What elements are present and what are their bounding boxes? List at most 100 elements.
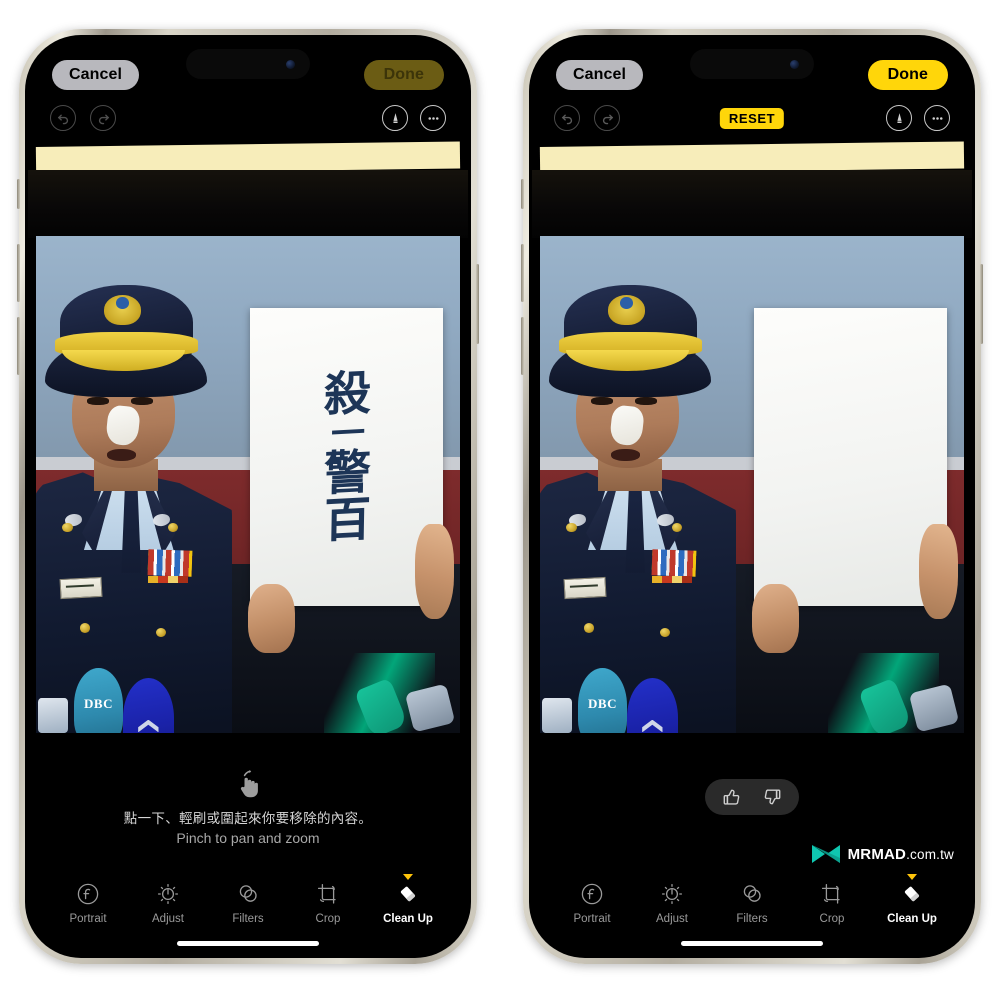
eye-right [131,396,154,406]
cancel-button[interactable]: Cancel [52,60,140,90]
home-indicator[interactable] [681,941,823,946]
white-sign-board: 殺 一 警 百 [250,308,444,607]
tab-clean-up[interactable]: Clean Up [379,874,437,925]
home-indicator[interactable] [177,941,319,946]
eraser-icon [904,886,920,902]
undo-icon[interactable] [554,105,580,131]
device-bezel: Cancel Done [25,35,471,958]
mouth [610,449,641,462]
name-plate-badge [563,576,607,599]
cleanup-hint-area: 點一下、輕刷或圍起來你要移除的內容。 Pinch to pan and zoom [28,759,468,871]
done-button[interactable]: Done [363,60,444,90]
crop-icon [317,883,336,904]
tab-label: Adjust [656,913,688,925]
mouth [106,449,137,462]
editor-tool-row-before [28,96,468,140]
photo-canvas-before[interactable]: 殺 一 警 百 DBC [28,140,468,759]
reset-button[interactable]: RESET [719,107,785,129]
tab-label: Clean Up [383,913,433,925]
eraser-icon [400,886,416,902]
active-tab-marker [907,874,917,880]
volume-down-button[interactable] [521,317,524,375]
tab-label: Adjust [152,913,184,925]
tab-crop[interactable]: Crop [803,881,861,925]
tab-portrait[interactable]: Portrait [563,881,621,925]
device-screen-before: Cancel Done 殺 一 警 百 DBC 點一下、輕刷或圍起來你要移除的內… [28,38,468,955]
thumbs-down-icon[interactable] [761,786,783,808]
tab-label: Clean Up [887,913,937,925]
cleanup-feedback-area: MRMAD.com.tw [532,759,972,871]
tab-adjust[interactable]: Adjust [139,881,197,925]
editor-tool-row-after: RESET [532,96,972,140]
photo-canvas-after[interactable]: DBC [532,140,972,759]
active-tab-marker [403,874,413,880]
volume-down-button[interactable] [17,317,20,375]
portrait-f-icon [581,883,603,905]
tab-label: Filters [232,913,264,925]
redo-icon[interactable] [90,105,116,131]
history-controls [50,105,116,131]
tab-crop[interactable]: Crop [299,881,357,925]
adjust-dial-icon [157,883,179,905]
adjust-dial-icon [661,883,683,905]
device-bezel: Cancel Done [529,35,975,958]
reset-control: RESET [719,107,785,129]
photo-dark-gap [532,170,972,238]
tab-portrait[interactable]: Portrait [59,881,117,925]
tv-photo-before: 殺 一 警 百 DBC [36,236,460,733]
police-cap-emblem [104,294,142,325]
eye-left [590,396,614,406]
uniform-button [79,623,90,633]
tab-adjust[interactable]: Adjust [643,881,701,925]
iphone-device-after: Cancel Done RESET DBC MRMAD.com.tw Portr… [521,29,983,964]
more-options-icon[interactable] [420,105,446,131]
mrmad-watermark: MRMAD.com.tw [811,843,954,865]
tv-photo-after: DBC [540,236,964,733]
device-screen-after: Cancel Done RESET DBC MRMAD.com.tw Portr… [532,38,972,955]
screenshot-canvas: Cancel Done 殺 一 警 百 DBC 點一下、輕刷或圍起來你要移除的內… [0,0,1000,993]
markup-controls [886,105,950,131]
filters-circles-icon [743,885,761,902]
undo-icon[interactable] [50,105,76,131]
eye-left [86,396,110,406]
microphone-small [542,698,572,733]
service-ribbons-secondary [652,575,692,583]
tab-filters[interactable]: Filters [219,881,277,925]
cleanup-hint-english: Pinch to pan and zoom [176,830,320,846]
history-controls [554,105,620,131]
cancel-button[interactable]: Cancel [556,60,644,90]
power-button[interactable] [980,264,983,344]
tab-label: Crop [819,913,845,925]
tab-clean-up[interactable]: Clean Up [883,874,941,925]
markup-pen-icon[interactable] [382,105,408,131]
microphone-label: DBC [588,696,617,712]
tab-label: Portrait [69,913,107,925]
markup-pen-icon[interactable] [886,105,912,131]
sign-calligraphy-text: 殺 一 警 百 [250,308,443,606]
service-ribbons [147,549,194,577]
crop-icon [821,883,840,904]
service-ribbons [651,549,698,577]
sign-char-4: 百 [323,491,370,549]
portrait-f-icon [77,883,99,905]
watermark-suffix: .com.tw [906,846,954,862]
more-options-icon[interactable] [924,105,950,131]
editor-top-bar-before: Cancel Done [28,38,468,96]
thumbs-up-icon[interactable] [721,786,743,808]
hand-holding-sign-left [248,583,295,654]
tap-swipe-hand-icon [240,770,258,798]
eye-right [635,396,658,406]
redo-icon[interactable] [594,105,620,131]
service-ribbons-secondary [148,575,188,583]
tab-filters[interactable]: Filters [723,881,781,925]
filters-circles-icon [239,885,257,902]
watermark-brand: MRMAD [847,845,907,863]
photo-dark-gap [28,170,468,238]
power-button[interactable] [476,264,479,344]
microphone-label: DBC [84,696,113,712]
name-plate-badge [59,576,103,599]
tab-label: Crop [315,913,341,925]
hand-holding-sign-right [415,524,454,619]
done-button[interactable]: Done [867,60,948,90]
uniform-button [583,623,594,633]
